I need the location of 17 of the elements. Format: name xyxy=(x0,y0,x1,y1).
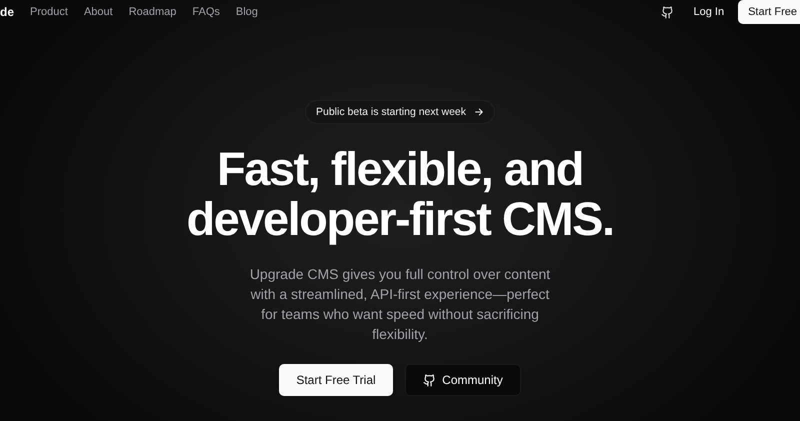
login-link[interactable]: Log In xyxy=(694,6,724,18)
hero-heading: Fast, flexible, and developer-first CMS. xyxy=(186,144,614,244)
github-link[interactable] xyxy=(660,6,674,18)
start-trial-button[interactable]: Start Free Trial xyxy=(279,364,393,396)
nav-link[interactable]: Roadmap xyxy=(128,6,176,18)
nav-link[interactable]: Blog xyxy=(236,6,258,18)
nav-link[interactable]: FAQs xyxy=(192,6,220,18)
logo[interactable]: de xyxy=(0,5,14,19)
github-icon xyxy=(660,6,674,18)
github-icon xyxy=(423,374,436,386)
nav-link[interactable]: About xyxy=(84,6,113,18)
hero-subtitle: Upgrade CMS gives you full control over content with a streamlined, API-first experience—perfect for teams who want speed without sacrificing flexibility. xyxy=(248,265,552,344)
announcement-badge[interactable]: Public beta is starting next week xyxy=(305,100,495,124)
nav-link[interactable]: Product xyxy=(30,6,68,18)
start-free-button[interactable]: Start Free xyxy=(738,0,800,24)
community-button[interactable]: Community xyxy=(405,364,521,396)
arrow-right-icon xyxy=(474,107,484,117)
